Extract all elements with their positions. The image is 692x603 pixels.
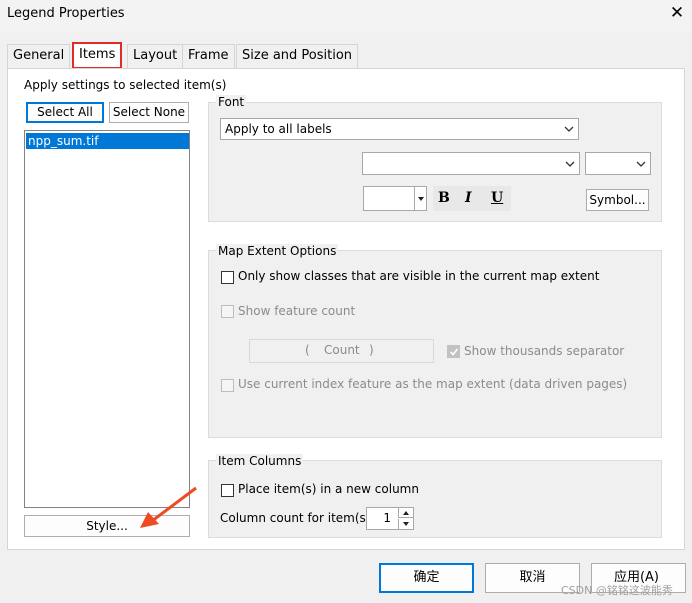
column-count-value: 1: [383, 511, 391, 525]
map-extent-group-title: Map Extent Options: [216, 244, 339, 258]
bold-button[interactable]: B: [438, 190, 450, 206]
select-all-button[interactable]: Select All: [26, 102, 104, 123]
chevron-down-icon: [565, 161, 575, 167]
spinner-down-button[interactable]: [398, 519, 413, 529]
font-name-combo[interactable]: [362, 152, 580, 175]
thousands-separator-label: Show thousands separator: [464, 344, 625, 358]
thousands-separator-checkbox[interactable]: [447, 345, 460, 358]
only-visible-label: Only show classes that are visible in th…: [238, 269, 600, 283]
apply-to-value: Apply to all labels: [225, 122, 332, 136]
check-icon: [449, 348, 459, 356]
count-label: Count: [324, 343, 360, 357]
symbol-button[interactable]: Symbol...: [586, 189, 649, 211]
only-visible-checkbox[interactable]: [221, 271, 234, 284]
use-index-label: Use current index feature as the map ext…: [238, 377, 628, 391]
tab-items[interactable]: Items: [72, 42, 123, 69]
list-item[interactable]: npp_sum.tif: [26, 133, 189, 149]
font-size-combo[interactable]: [585, 152, 651, 175]
close-icon[interactable]: ✕: [666, 3, 688, 23]
chevron-down-icon: [636, 161, 646, 167]
chevron-down-icon: [564, 126, 574, 132]
apply-to-combo[interactable]: Apply to all labels: [220, 118, 579, 140]
tab-layout[interactable]: Layout: [127, 44, 184, 68]
item-columns-group-title: Item Columns: [216, 454, 304, 468]
tab-general[interactable]: General: [7, 44, 71, 68]
arrow-up-icon: [403, 511, 409, 515]
tab-frame[interactable]: Frame: [182, 44, 235, 68]
column-count-spinner[interactable]: 1: [366, 507, 414, 530]
watermark: CSDN @铭铭这波能秀: [561, 584, 673, 597]
picker-divider: [414, 187, 415, 210]
column-count-label: Column count for item(s): [220, 511, 371, 525]
font-color-picker[interactable]: [363, 186, 427, 211]
show-feature-count-checkbox[interactable]: [221, 305, 234, 318]
new-column-label: Place item(s) in a new column: [238, 482, 419, 496]
annotation-arrow-icon: [140, 486, 197, 528]
spinner-up-button[interactable]: [398, 508, 413, 518]
underline-button[interactable]: U: [491, 190, 503, 206]
ok-button[interactable]: 确定: [379, 563, 474, 593]
select-none-button[interactable]: Select None: [109, 102, 189, 123]
apply-settings-heading: Apply settings to selected item(s): [24, 78, 227, 92]
window-title: Legend Properties: [7, 6, 125, 21]
tab-size-and-position[interactable]: Size and Position: [236, 44, 359, 68]
item-columns-group: [208, 460, 662, 538]
show-feature-count-label: Show feature count: [238, 304, 356, 318]
count-close-paren: ): [369, 343, 374, 357]
new-column-checkbox[interactable]: [221, 484, 234, 497]
caret-down-icon: [418, 197, 424, 201]
italic-button[interactable]: I: [465, 190, 472, 206]
arrow-down-icon: [403, 522, 409, 526]
font-group-title: Font: [216, 95, 247, 109]
count-open-paren: (: [305, 343, 310, 357]
use-index-checkbox[interactable]: [221, 379, 234, 392]
items-list[interactable]: npp_sum.tif: [24, 130, 190, 508]
